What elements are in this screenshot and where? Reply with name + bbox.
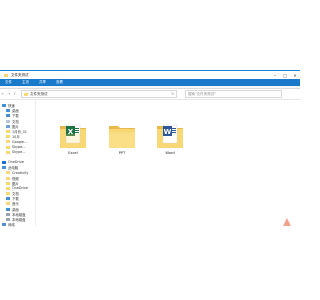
folder-icon [6, 135, 10, 139]
svg-text:W: W [164, 128, 172, 136]
folder-icon [6, 150, 10, 154]
file-item[interactable]: PPT [107, 120, 137, 155]
address-row: ← → ↑ 文件夹测试 ↻ 搜索"文件夹测试" [0, 89, 300, 100]
search-placeholder: 搜索"文件夹测试" [188, 91, 216, 96]
picture-icon [6, 124, 10, 128]
star-icon [2, 104, 6, 108]
video-icon [6, 176, 10, 180]
drive-icon [6, 212, 10, 216]
computer-icon [2, 166, 6, 170]
download-icon [6, 197, 10, 201]
maximize-button[interactable]: □ [280, 73, 290, 78]
folder-icon [6, 140, 10, 144]
address-path: 文件夹测试 [30, 91, 48, 96]
window-title: 文件夹测试 [11, 72, 29, 77]
tab-file[interactable]: 文件 [0, 80, 17, 85]
excel-folder-icon: X [60, 124, 86, 148]
window-controls: – □ ✕ [270, 73, 300, 78]
search-input[interactable]: 搜索"文件夹测试" [185, 90, 282, 98]
cloud-icon [2, 160, 6, 164]
address-bar[interactable]: 文件夹测试 ↻ [21, 90, 177, 98]
folder-icon [6, 171, 10, 175]
ribbon-tabs: 文件 主页 共享 查看 [0, 79, 300, 86]
file-item[interactable]: X Excel [58, 120, 88, 155]
sidebar-item-network[interactable]: 网络 [0, 222, 35, 227]
folder-icon [4, 73, 8, 77]
file-name: PPT [118, 151, 126, 155]
music-icon [6, 202, 10, 206]
file-explorer-window: 文件夹测试 – □ ✕ 文件 主页 共享 查看 ← → ↑ 文件夹测试 ↻ 搜索… [0, 70, 300, 227]
download-icon [6, 114, 10, 118]
tab-home[interactable]: 主页 [17, 80, 34, 85]
refresh-icon[interactable]: ↻ [171, 92, 174, 96]
up-button[interactable]: ↑ [12, 92, 18, 96]
document-icon [6, 119, 10, 123]
desktop-icon [6, 207, 10, 211]
close-button[interactable]: ✕ [290, 73, 300, 78]
file-list: X Excel PPT W Word [36, 100, 300, 226]
folder-icon [6, 186, 10, 190]
file-name: Word [165, 151, 175, 155]
folder-icon [24, 92, 28, 96]
document-icon [6, 192, 10, 196]
desktop-icon [6, 109, 10, 113]
picture-icon [6, 181, 10, 185]
drive-icon [6, 218, 10, 222]
title-bar: 文件夹测试 – □ ✕ [0, 71, 300, 79]
folder-icon [6, 130, 10, 134]
folder-icon [6, 145, 10, 149]
network-icon [2, 223, 6, 227]
folder-icon [109, 126, 135, 148]
tab-share[interactable]: 共享 [34, 80, 51, 85]
file-name: Excel [68, 151, 78, 155]
minimize-button[interactable]: – [270, 73, 280, 78]
file-item[interactable]: W Word [155, 120, 185, 155]
watermark-triangle [283, 218, 291, 226]
tab-view[interactable]: 查看 [51, 80, 68, 85]
word-folder-icon: W [157, 124, 183, 148]
navigation-pane: 快速 桌面 下载 文档 图片 1月份_01 10月 Google... Skyp… [0, 100, 36, 227]
